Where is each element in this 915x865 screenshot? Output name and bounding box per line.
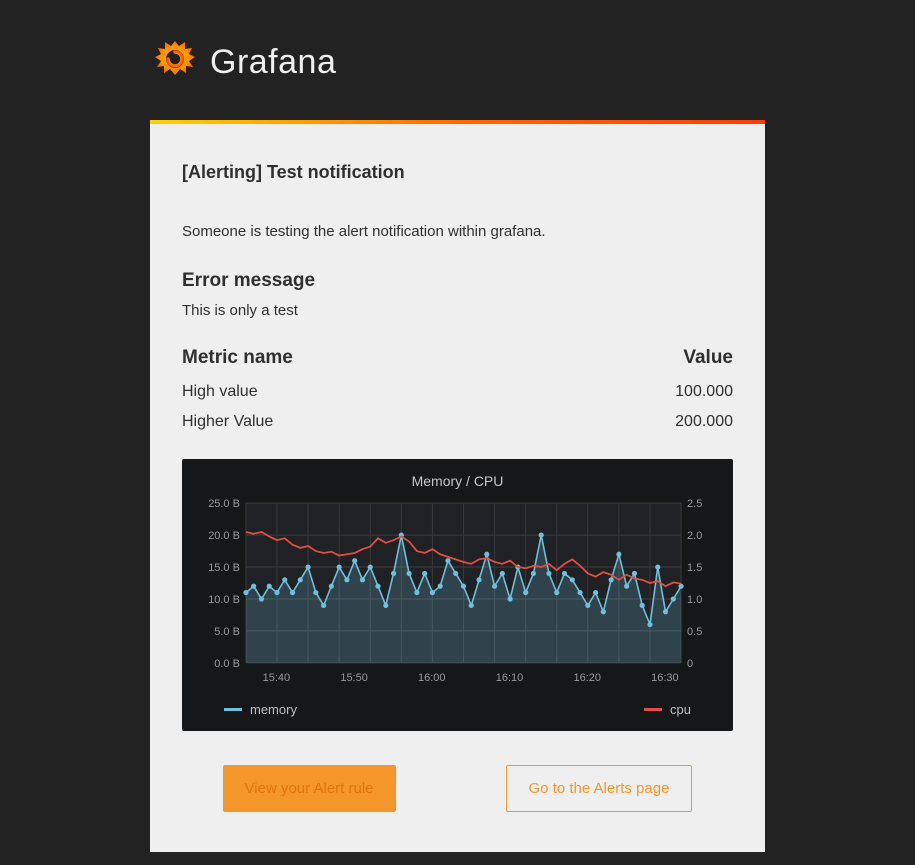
svg-text:16:10: 16:10: [496, 672, 523, 684]
table-row: High value 100.000: [182, 377, 733, 407]
memory-cpu-chart: 0.0 B 5.0 B 10.0 B 15.0 B 20.0 B 25.0 B 0 0.5 1.…: [198, 497, 717, 687]
go-to-alerts-button[interactable]: Go to the Alerts page: [506, 765, 693, 812]
svg-text:5.0 B: 5.0 B: [214, 626, 240, 638]
metric-value: 200.000: [544, 407, 733, 437]
metric-value: 100.000: [544, 377, 733, 407]
metric-name: High value: [182, 377, 544, 407]
svg-text:2.0: 2.0: [687, 530, 702, 542]
legend-swatch-memory-icon: [224, 708, 242, 711]
grafana-logo-icon: [150, 35, 200, 90]
svg-text:25.0 B: 25.0 B: [208, 498, 240, 510]
metrics-table: Metric name Value High value 100.000 Hig…: [182, 343, 733, 437]
svg-text:1.0: 1.0: [687, 594, 702, 606]
svg-text:15.0 B: 15.0 B: [208, 562, 240, 574]
svg-text:0.0 B: 0.0 B: [214, 658, 240, 670]
svg-text:0: 0: [687, 658, 693, 670]
alert-description: Someone is testing the alert notificatio…: [182, 223, 733, 240]
brand-header: Grafana: [150, 35, 765, 90]
svg-text:16:30: 16:30: [651, 672, 678, 684]
metric-name: Higher Value: [182, 407, 544, 437]
svg-text:20.0 B: 20.0 B: [208, 530, 240, 542]
svg-text:16:00: 16:00: [418, 672, 445, 684]
metrics-col-name: Metric name: [182, 343, 544, 377]
alert-card: [Alerting] Test notification Someone is …: [150, 124, 765, 852]
svg-text:15:50: 15:50: [340, 672, 367, 684]
svg-text:0.5: 0.5: [687, 626, 702, 638]
legend-cpu: cpu: [644, 702, 691, 717]
chart-title: Memory / CPU: [198, 469, 717, 497]
svg-text:2.5: 2.5: [687, 498, 702, 510]
legend-swatch-cpu-icon: [644, 708, 662, 711]
svg-text:16:20: 16:20: [573, 672, 600, 684]
error-heading: Error message: [182, 270, 733, 292]
svg-text:1.5: 1.5: [687, 562, 702, 574]
alert-title: [Alerting] Test notification: [182, 162, 733, 183]
table-row: Higher Value 200.000: [182, 407, 733, 437]
legend-memory: memory: [224, 702, 297, 717]
chart-panel: Memory / CPU 0.0 B 5.0 B 10.0 B 15.0 B 20.0 …: [182, 459, 733, 731]
svg-text:10.0 B: 10.0 B: [208, 594, 240, 606]
brand-name: Grafana: [210, 43, 336, 82]
svg-text:15:40: 15:40: [263, 672, 290, 684]
legend-label: memory: [250, 702, 297, 717]
metrics-col-value: Value: [544, 343, 733, 377]
view-alert-rule-button[interactable]: View your Alert rule: [223, 765, 396, 812]
error-text: This is only a test: [182, 302, 733, 319]
legend-label: cpu: [670, 702, 691, 717]
